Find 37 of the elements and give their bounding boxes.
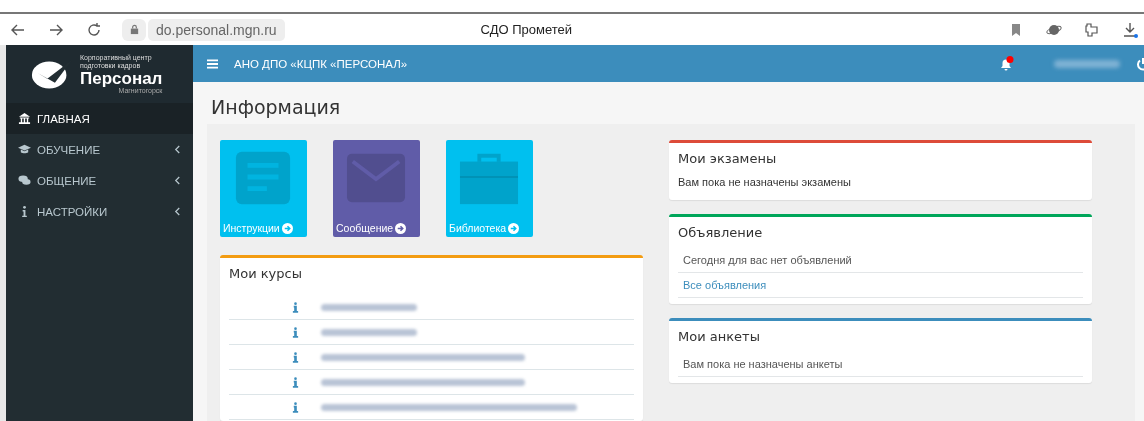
download-icon[interactable] xyxy=(1122,21,1138,38)
address-bar[interactable]: do.personal.mgn.ru xyxy=(148,18,285,41)
sidebar-item[interactable]: ГЛАВНАЯ xyxy=(6,103,193,134)
message-text: Сегодня для вас нет объявлений xyxy=(678,248,1083,273)
info-icon xyxy=(292,351,299,363)
menu-icon[interactable] xyxy=(207,58,218,69)
card-title: Мои анкеты xyxy=(677,328,761,346)
chat-bubbles-icon xyxy=(18,174,31,187)
info-icon xyxy=(292,326,299,338)
tile-label: Библиотека xyxy=(449,222,507,234)
message-text: Вам пока не назначены анкеты xyxy=(678,352,1083,377)
page-tab-title: СДО Прометей xyxy=(479,22,574,37)
link[interactable]: Все объявления xyxy=(683,279,767,291)
tile-label: Сообщение xyxy=(336,222,394,234)
arrow-circle-icon xyxy=(395,222,407,234)
card-title: Объявление xyxy=(677,224,764,242)
message-text: Вам пока не назначены экзамены xyxy=(677,175,852,190)
card-title: Мои экзамены xyxy=(677,150,778,168)
info-icon xyxy=(292,301,299,313)
lock-icon[interactable] xyxy=(122,18,146,41)
card-title: Мои курсы xyxy=(228,265,303,283)
sidebar-item[interactable]: ОБЩЕНИЕ xyxy=(6,165,193,196)
bell-with-alert-icon[interactable] xyxy=(998,55,1014,72)
sidebar-item[interactable]: ОБУЧЕНИЕ xyxy=(6,134,193,165)
shortcut-tile[interactable]: Сообщение xyxy=(333,140,420,237)
bank-icon xyxy=(18,112,31,125)
info-icon xyxy=(292,376,299,388)
arrow-circle-icon xyxy=(281,222,293,234)
arrow-circle-icon xyxy=(508,222,520,234)
page-title: Информация xyxy=(211,96,342,118)
reload-icon[interactable] xyxy=(86,21,102,38)
graduation-cap-icon xyxy=(18,143,31,156)
sidebar-item[interactable]: НАСТРОЙКИ xyxy=(6,196,193,227)
organization-name: АНО ДПО «КЦПК «ПЕРСОНАЛ» xyxy=(234,57,408,70)
info-icon xyxy=(292,401,299,413)
extension-icon[interactable] xyxy=(1084,21,1100,38)
tile-label: Инструкции xyxy=(223,222,280,234)
